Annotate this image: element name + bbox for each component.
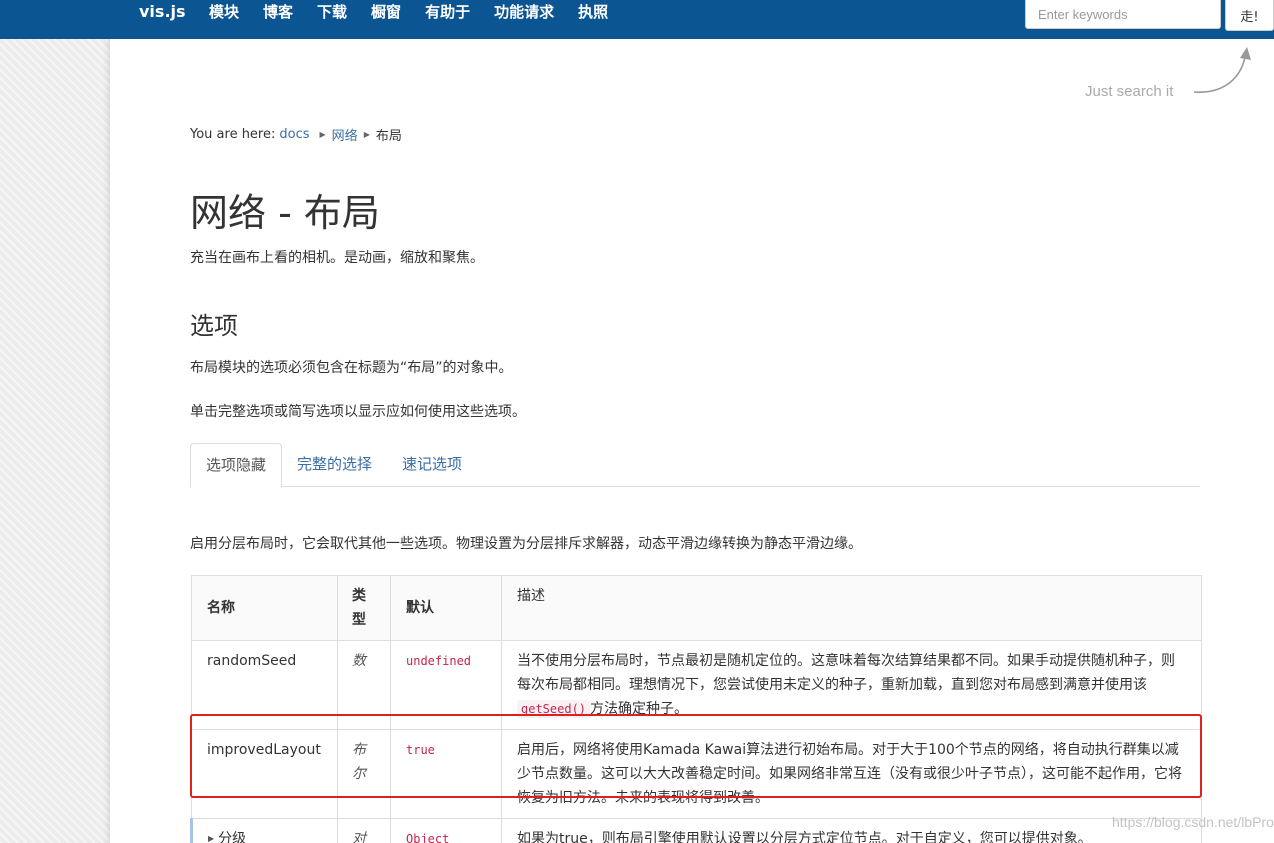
options-tabs: 选项隐藏 完整的选择 速记选项 [190,443,1200,488]
breadcrumb-separator-icon: ▶ [319,130,326,139]
table-row: ▶分级 对象 Object 如果为true，则布局引擎使用默认设置以分层方式定位… [190,818,1202,843]
nav-modules[interactable]: 模块 [209,0,239,24]
nav-blog[interactable]: 博客 [263,0,293,24]
page-title: 网络 - 布局 [190,191,380,235]
brand-link[interactable]: vis.js [139,0,186,24]
main-nav: 模块 博客 下载 橱窗 有助于 功能请求 执照 [209,0,632,24]
code-getseed: getSeed() [517,700,591,718]
nav-showcase[interactable]: 橱窗 [371,0,401,24]
nav-contribute[interactable]: 有助于 [425,0,470,24]
top-navbar: vis.js 模块 博客 下载 橱窗 有助于 功能请求 执照 走! [0,0,1274,39]
table-row: randomSeed 数 undefined 当不使用分层布局时，节点最初是随机… [191,640,1202,730]
header-default: 默认 [390,575,502,641]
tab-options-hidden[interactable]: 选项隐藏 [190,443,283,488]
table-row: improvedLayout 布尔 true 启用后，网络将使用Kamada K… [191,729,1202,819]
caret-right-icon[interactable]: ▶ [208,827,214,843]
curved-arrow-icon [1193,47,1251,93]
breadcrumb: You are here: docs ▶ 网络 ▶ 布局 [190,125,402,144]
option-name-expandable[interactable]: ▶ 分级 [190,818,338,843]
breadcrumb-current: 布局 [375,129,402,144]
left-background-strip [0,0,110,843]
option-type: 布尔 [337,729,391,819]
options-description: 布局模块的选项必须包含在标题为“布局”的对象中。 [190,360,513,376]
option-name: improvedLayout [191,729,338,819]
search-input[interactable] [1025,0,1221,29]
nav-download[interactable]: 下载 [317,0,347,24]
option-description: 当不使用分层布局时，节点最初是随机定位的。这意味着每次结算结果都不同。如果手动提… [501,640,1202,730]
option-name: randomSeed [191,640,338,730]
options-table: 名称 类型 默认 描述 randomSeed 数 undefined 当不使用分… [190,575,1202,843]
search-button[interactable]: 走! [1225,0,1274,31]
option-description: 启用后，网络将使用Kamada Kawai算法进行初始布局。对于大于100个节点… [501,729,1202,819]
option-default: true [390,729,502,819]
header-type: 类型 [337,575,391,641]
option-type: 数 [337,640,391,730]
breadcrumb-prefix: You are here: [190,127,276,142]
header-name: 名称 [191,575,338,641]
page-subtitle: 充当在画布上看的相机。是动画，缩放和聚焦。 [190,250,484,266]
tab-full-options[interactable]: 完整的选择 [282,443,387,487]
section-title: 选项 [190,312,238,340]
nav-feature-requests[interactable]: 功能请求 [494,0,554,24]
option-default: Object [390,818,502,843]
header-description: 描述 [501,575,1202,641]
nav-license[interactable]: 执照 [578,0,608,24]
option-description: 如果为true，则布局引擎使用默认设置以分层方式定位节点。对于自定义，您可以提供… [501,818,1202,843]
option-type: 对象 [337,818,391,843]
option-default: undefined [390,640,502,730]
breadcrumb-link-docs[interactable]: docs [279,127,309,142]
breadcrumb-separator-icon: ▶ [363,130,370,139]
hierarchical-note: 启用分层布局时，它会取代其他一些选项。物理设置为分层排斥求解器，动态平滑边缘转换… [190,536,862,552]
options-instruction: 单击完整选项或简写选项以显示应如何使用这些选项。 [190,404,526,420]
search-hint: Just search it [1085,83,1174,100]
table-header-row: 名称 类型 默认 描述 [191,575,1202,641]
watermark: https://blog.csdn.net/lbPro0412 [1112,814,1274,830]
breadcrumb-link-network[interactable]: 网络 [332,125,358,144]
tab-shorthand-options[interactable]: 速记选项 [387,443,477,487]
